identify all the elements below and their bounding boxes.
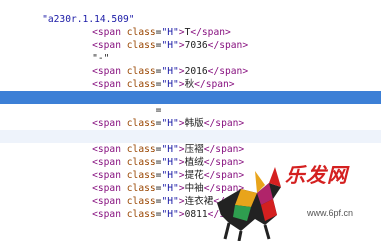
span-node-line[interactable]: <span class="H">7036</span> <box>0 26 381 51</box>
attr-value: "H" <box>161 209 179 220</box>
attr-name: class <box>126 209 156 220</box>
span-node-line[interactable]: <span class="H">秋</span> <box>0 65 381 90</box>
tag-open: <span <box>92 209 121 220</box>
site-watermark: 乐发网 www.6pf.cn <box>211 159 381 241</box>
node-text: 0811 <box>184 209 208 220</box>
attribute-string-line: "a230r.1.14.509" <box>0 0 381 25</box>
span-node-line[interactable]: <span class="H">韩版</span> <box>0 104 381 129</box>
watermark-title: 乐发网 <box>285 163 348 187</box>
span-node-line[interactable]: <span class="H">新款</span> <box>0 78 381 103</box>
span-node-line[interactable]: <span class="H">2016</span> <box>0 52 381 77</box>
span-node-line[interactable]: <span class="H">T</span> <box>0 13 381 38</box>
span-node-line-hover[interactable]: <span class="H">压褶</span> <box>0 130 381 155</box>
span-node-line[interactable]: <span class="H">植绒</span> <box>0 143 381 168</box>
text-node-line[interactable]: "-" <box>0 39 381 64</box>
bull-logo-icon <box>217 167 281 241</box>
span-node-line-selected[interactable]: <span class="H">女装</span> <box>0 91 381 116</box>
watermark-url: www.6pf.cn <box>307 208 354 218</box>
span-node-line[interactable]: <span class="H">立领</span> <box>0 117 381 142</box>
